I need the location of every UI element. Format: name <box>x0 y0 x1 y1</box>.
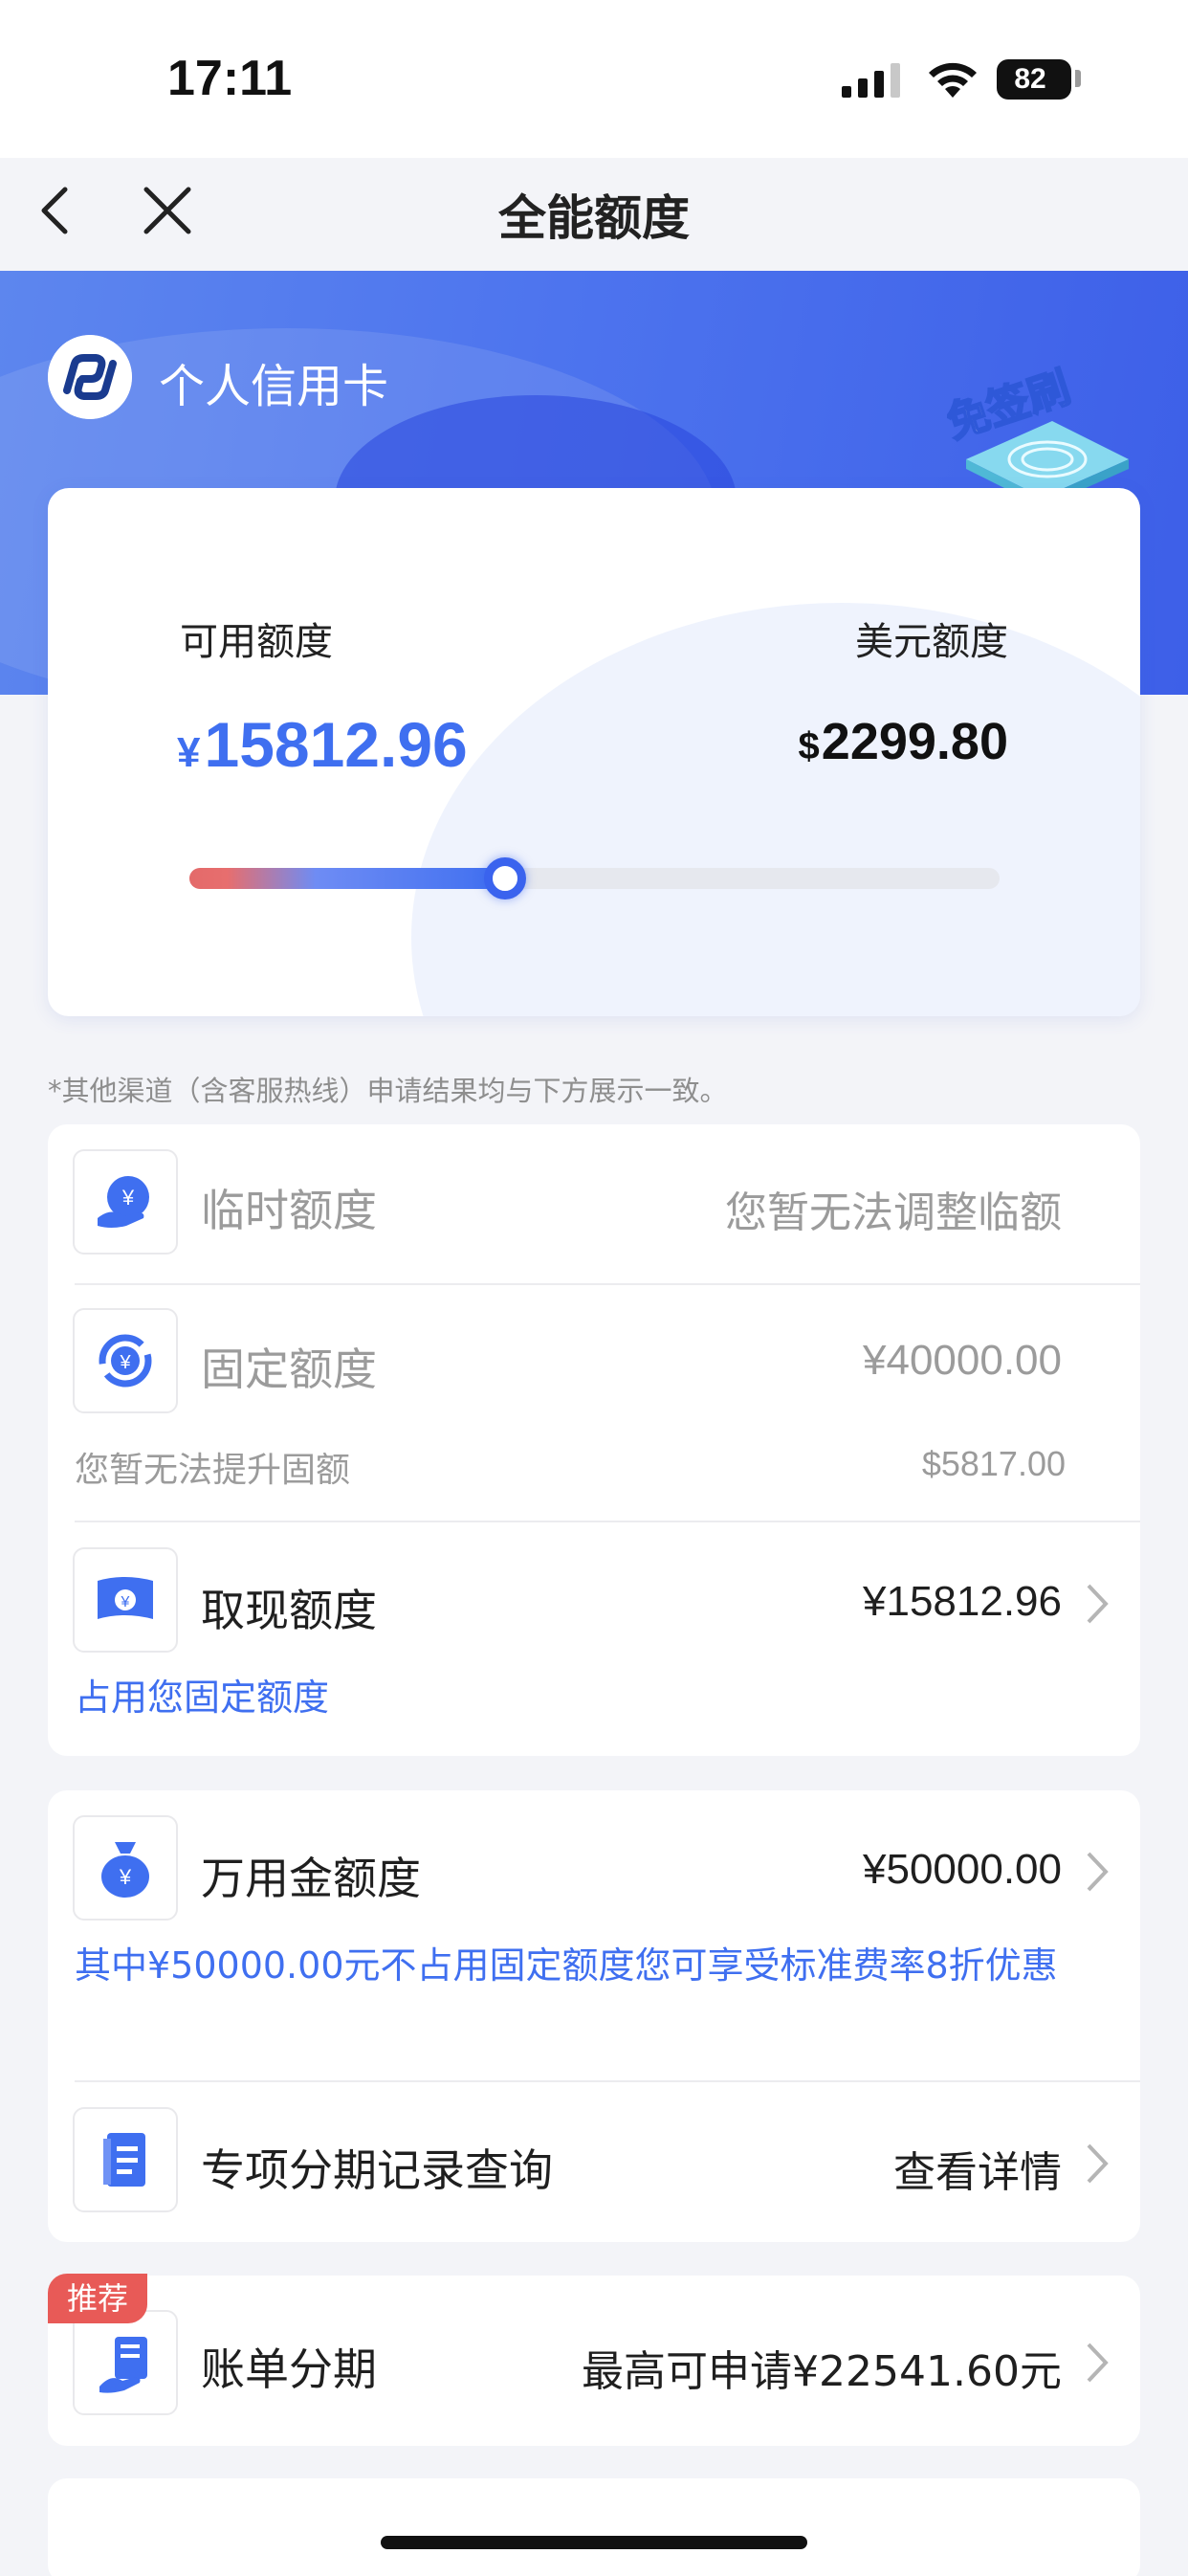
usd-amount-value: 2299.80 <box>821 713 1008 770</box>
cash-quota-amount: ¥15812.96 <box>863 1578 1062 1625</box>
bank-logo-icon <box>48 335 132 419</box>
svg-text:¥: ¥ <box>119 1865 132 1889</box>
fixed-quota-icon: ¥ <box>73 1308 178 1413</box>
wifi-icon <box>929 62 977 98</box>
status-time: 17:11 <box>167 51 293 106</box>
svg-text:¥: ¥ <box>121 1594 130 1610</box>
wanyong-list-card: ¥ 万用金额度 ¥50000.00 其中¥50000.00元不占用固定额度您可享… <box>48 1790 1140 2242</box>
card-type-label: 个人信用卡 <box>159 360 389 413</box>
battery-cap <box>1075 70 1081 87</box>
cash-quota-row[interactable]: ¥ 取现额度 ¥15812.96 占用您固定额度 <box>48 1522 1140 1756</box>
cash-quota-title: 取现额度 <box>201 1585 377 1636</box>
chevron-right-icon[interactable] <box>1083 1850 1111 1894</box>
special-installment-row[interactable]: 专项分期记录查询 查看详情 <box>48 2082 1140 2242</box>
wanyong-quota-amount: ¥50000.00 <box>863 1846 1062 1893</box>
currency-symbol: $ <box>798 725 820 767</box>
fixed-quota-title: 固定额度 <box>201 1344 377 1395</box>
usd-quota-label: 美元额度 <box>855 620 1008 664</box>
bill-installment-limit: 最高可申请¥22541.60元 <box>582 2347 1062 2396</box>
quota-progress-fill <box>189 868 506 889</box>
chevron-right-icon[interactable] <box>1083 2142 1111 2186</box>
money-bag-icon: ¥ <box>73 1815 178 1921</box>
fixed-quota-amount: ¥40000.00 <box>863 1337 1062 1384</box>
recommend-badge: 推荐 <box>48 2274 148 2323</box>
wanyong-quota-note: 其中¥50000.00元不占用固定额度您可享受标准费率8折优惠 <box>75 1944 1058 1987</box>
fixed-quota-note: 您暂无法提升固额 <box>75 1451 351 1490</box>
special-installment-link[interactable]: 查看详情 <box>893 2138 1062 2199</box>
svg-text:¥: ¥ <box>119 1352 131 1373</box>
special-installment-title: 专项分期记录查询 <box>201 2144 553 2196</box>
available-quota-amount: ¥15812.96 <box>177 708 468 781</box>
bill-installment-card[interactable]: 账单分期 最高可申请¥22541.60元 <box>48 2276 1140 2446</box>
page-title: 全能额度 <box>498 190 690 246</box>
bill-installment-title: 账单分期 <box>201 2343 377 2395</box>
available-quota-label: 可用额度 <box>180 620 333 664</box>
quota-progress-bar <box>189 857 1000 899</box>
quota-progress-knob <box>484 857 527 899</box>
temp-quota-row: ¥ 临时额度 您暂无法调整临额 <box>48 1124 1140 1283</box>
home-indicator[interactable] <box>381 2536 807 2549</box>
usd-quota-amount: $2299.80 <box>799 712 1008 771</box>
cash-quota-icon: ¥ <box>73 1547 178 1653</box>
bill-installment-row[interactable]: 账单分期 最高可申请¥22541.60元 <box>48 2276 1140 2446</box>
currency-symbol: ¥ <box>177 729 201 776</box>
status-bar: 17:11 82 <box>0 0 1188 158</box>
document-list-icon <box>73 2107 178 2212</box>
svg-text:¥: ¥ <box>121 1186 135 1210</box>
quota-list-card: ¥ 临时额度 您暂无法调整临额 ¥ 固定额度 ¥40000.00 您暂无法提升固… <box>48 1124 1140 1756</box>
temp-quota-icon: ¥ <box>73 1149 178 1255</box>
chevron-right-icon[interactable] <box>1083 1582 1111 1626</box>
fixed-quota-row: ¥ 固定额度 ¥40000.00 您暂无法提升固额 $5817.00 <box>48 1285 1140 1521</box>
fixed-quota-usd: $5817.00 <box>921 1444 1066 1483</box>
next-card-partial <box>48 2478 1140 2576</box>
battery-icon: 82 <box>997 59 1071 100</box>
temp-quota-title: 临时额度 <box>201 1185 377 1236</box>
cash-quota-note: 占用您固定额度 <box>75 1677 330 1719</box>
wanyong-quota-row[interactable]: ¥ 万用金额度 ¥50000.00 其中¥50000.00元不占用固定额度您可享… <box>48 1790 1140 2079</box>
wanyong-quota-title: 万用金额度 <box>201 1853 421 1904</box>
cellular-signal-icon <box>842 63 900 98</box>
channel-note: *其他渠道（含客服热线）申请结果均与下方展示一致。 <box>48 1075 728 1107</box>
temp-quota-status: 您暂无法调整临额 <box>725 1188 1062 1237</box>
bill-installment-icon <box>73 2310 178 2415</box>
available-amount-value: 15812.96 <box>204 709 468 780</box>
quota-summary-card: 可用额度 美元额度 ¥15812.96 $2299.80 <box>48 488 1140 1016</box>
battery-level: 82 <box>1014 63 1046 95</box>
chevron-right-icon[interactable] <box>1083 2341 1111 2385</box>
